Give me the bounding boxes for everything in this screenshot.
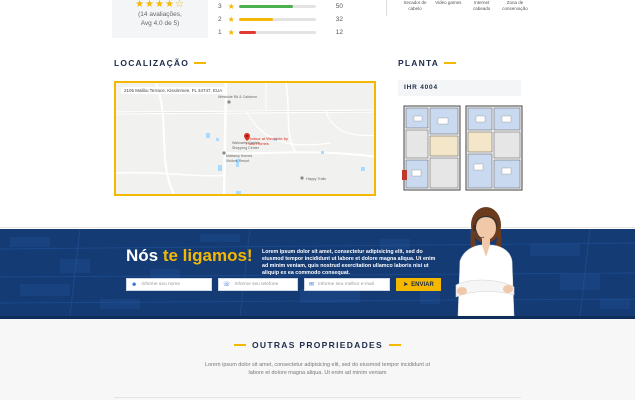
outras-propriedades-section — [0, 319, 635, 400]
send-button[interactable]: ➤ ENVIAR — [396, 278, 441, 291]
page: ★★★★☆ (14 avaliações, Avg 4.0 de 5) 3 ★ … — [0, 0, 635, 400]
star-icon: ★ — [227, 2, 235, 11]
floor-plan-image[interactable] — [400, 100, 526, 196]
phone-input-placeholder: Informe seu telefone — [234, 282, 279, 287]
rating-bar-fill — [239, 31, 256, 34]
planta-heading-text: PLANTA — [398, 58, 440, 68]
support-agent-photo — [455, 207, 515, 316]
rating-stars: ★★★★☆ — [135, 0, 185, 10]
outras-description: Lorem ipsum dolor sit amet, consectetur … — [204, 362, 430, 376]
callback-form: ☻ Informe seu nome ☏ Informe seu telefon… — [126, 278, 441, 291]
user-icon: ☻ — [131, 281, 138, 288]
rating-row: 2 ★ 32 — [218, 13, 343, 26]
rating-count-text: (14 avaliações, — [138, 11, 182, 18]
map-label: Walmarts Garden Shopping Center — [232, 141, 261, 150]
heading-accent-dash — [234, 344, 247, 346]
map-label: Mattamy Homes Visitors Resort — [226, 154, 253, 163]
outras-heading-text: OUTRAS PROPRIEDADES — [252, 340, 383, 350]
planta-model-name: IHR 4004 — [404, 84, 438, 91]
localizacao-heading-text: LOCALIZAÇÃO — [114, 58, 190, 68]
callback-title-prefix: Nós — [126, 246, 163, 265]
planta-model-box: IHR 4004 — [398, 80, 521, 96]
rating-row: 3 ★ 50 — [218, 0, 343, 13]
heading-accent-dash — [388, 344, 401, 346]
rating-row-star-number: 2 — [218, 16, 222, 23]
rating-row-count: 50 — [335, 3, 343, 10]
amenity-item: Zona de conservação — [502, 0, 528, 11]
name-input[interactable]: ☻ Informe seu nome — [126, 278, 212, 291]
star-icon: ★ — [227, 28, 235, 37]
outras-propriedades-heading: OUTRAS PROPRIEDADES — [0, 340, 635, 350]
name-input-placeholder: Informe seu nome — [141, 282, 180, 287]
amenities-list: Secador de cabelo Video games Internet c… — [400, 0, 530, 11]
section-bottom-line — [114, 397, 521, 398]
rating-row-star-number: 3 — [218, 3, 222, 10]
vertical-divider — [386, 0, 387, 16]
phone-icon: ☏ — [223, 282, 231, 288]
rating-row-count: 12 — [335, 29, 343, 36]
send-button-label: ENVIAR — [411, 281, 434, 288]
phone-input[interactable]: ☏ Informe seu telefone — [218, 278, 298, 291]
rating-bar-track — [239, 18, 316, 21]
callback-title: Nós te ligamos! — [126, 246, 253, 266]
heading-accent-dash — [194, 62, 207, 64]
callback-description: Lorem ipsum dolor sit amet, consectetur … — [262, 249, 436, 276]
location-map[interactable]: 2105 Malibu Terrace, Kissimmee, FL 34747… — [114, 81, 376, 196]
rating-summary-card: ★★★★☆ (14 avaliações, Avg 4.0 de 5) — [112, 0, 208, 38]
star-icon: ★ — [227, 15, 235, 24]
rating-row: 1 ★ 12 — [218, 26, 343, 39]
amenity-item: Secador de cabelo — [403, 0, 427, 11]
callback-title-highlight: te ligamos! — [162, 246, 253, 265]
map-label: Westside Rd & Calderon — [218, 95, 258, 99]
localizacao-heading: LOCALIZAÇÃO — [114, 58, 207, 68]
amenity-item: Video games — [435, 0, 462, 5]
email-input-placeholder: Informe seu melhor e-mail — [318, 282, 374, 287]
rating-row-count: 32 — [335, 16, 343, 23]
rating-breakdown: 3 ★ 50 2 ★ 32 1 ★ 12 — [218, 0, 343, 39]
send-icon: ➤ — [403, 282, 409, 288]
rating-row-star-number: 1 — [218, 29, 222, 36]
rating-bar-track — [239, 31, 316, 34]
email-icon: ✉ — [309, 282, 315, 288]
email-input[interactable]: ✉ Informe seu melhor e-mail — [304, 278, 390, 291]
rating-average-text: Avg 4.0 de 5) — [140, 20, 180, 27]
map-label: Happy Trails — [306, 177, 326, 181]
planta-heading: PLANTA — [398, 58, 457, 68]
section-divider — [0, 227, 635, 228]
amenity-item: Internet cabeado — [473, 0, 491, 11]
heading-accent-dash — [444, 62, 457, 64]
rating-bar-track — [239, 5, 316, 8]
rating-bar-fill — [239, 18, 274, 21]
map-address: 2105 Malibu Terrace, Kissimmee, FL 34747… — [121, 87, 226, 94]
rating-bar-fill — [239, 5, 293, 8]
